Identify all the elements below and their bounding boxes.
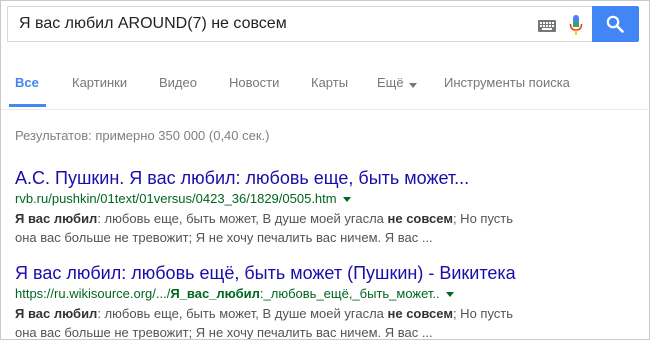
search-result: Я вас любил: любовь ещё, быть может (Пуш…: [15, 262, 635, 339]
keyboard-icon[interactable]: [538, 19, 556, 32]
chevron-down-icon[interactable]: [445, 292, 454, 298]
tab-maps[interactable]: Карты: [311, 75, 348, 90]
result-url: rvb.ru/pushkin/01text/01versus/0423_36/1…: [15, 190, 635, 207]
chevron-down-icon: [408, 76, 417, 91]
result-snippet: Я вас любил: любовь еще, быть может, В д…: [15, 304, 535, 339]
result-title-link[interactable]: Я вас любил: любовь ещё, быть может (Пуш…: [15, 262, 635, 284]
search-tabs: Все Картинки Видео Новости Карты Ещё Инс…: [1, 61, 649, 109]
result-stats: Результатов: примерно 350 000 (0,40 сек.…: [15, 128, 270, 143]
snippet-highlight: Я вас любил: [15, 306, 98, 321]
search-result: А.С. Пушкин. Я вас любил: любовь еще, бы…: [15, 167, 635, 247]
tab-search-tools[interactable]: Инструменты поиска: [444, 75, 570, 90]
result-snippet: Я вас любил: любовь еще, быть может, В д…: [15, 209, 535, 247]
microphone-icon[interactable]: [569, 15, 583, 37]
result-url-highlight: Я_вас_любил: [170, 286, 260, 301]
search-input[interactable]: Я вас любил AROUND(7) не совсем: [19, 15, 287, 33]
result-url-text: :_любовь_ещё,_быть_может..: [259, 286, 440, 301]
result-url-text: rvb.ru/pushkin/01text/01versus/0423_36/1…: [15, 191, 337, 206]
result-title-link[interactable]: А.С. Пушкин. Я вас любил: любовь еще, бы…: [15, 167, 635, 189]
tab-all[interactable]: Все: [15, 75, 39, 90]
snippet-highlight: не совсем: [387, 306, 453, 321]
divider: [1, 109, 649, 110]
tab-video[interactable]: Видео: [159, 75, 197, 90]
chevron-down-icon[interactable]: [342, 197, 351, 203]
snippet-highlight: Я вас любил: [15, 211, 98, 226]
tab-more-label: Ещё: [377, 75, 404, 90]
tab-news[interactable]: Новости: [229, 75, 279, 90]
search-results-page: Я вас любил AROUND(7) не совсем Все Карт…: [0, 0, 650, 340]
search-button[interactable]: [592, 6, 639, 42]
snippet-highlight: не совсем: [387, 211, 453, 226]
tab-more[interactable]: Ещё: [377, 75, 417, 91]
search-box[interactable]: Я вас любил AROUND(7) не совсем: [7, 6, 592, 42]
snippet-text: : любовь еще, быть может, В душе моей уг…: [97, 211, 388, 226]
result-url: https://ru.wikisource.org/.../Я_вас_люби…: [15, 285, 635, 302]
tab-images[interactable]: Картинки: [72, 75, 127, 90]
active-tab-indicator: [9, 104, 46, 107]
snippet-text: : любовь еще, быть может, В душе моей уг…: [97, 306, 388, 321]
result-url-text: https://ru.wikisource.org/.../: [15, 286, 171, 301]
